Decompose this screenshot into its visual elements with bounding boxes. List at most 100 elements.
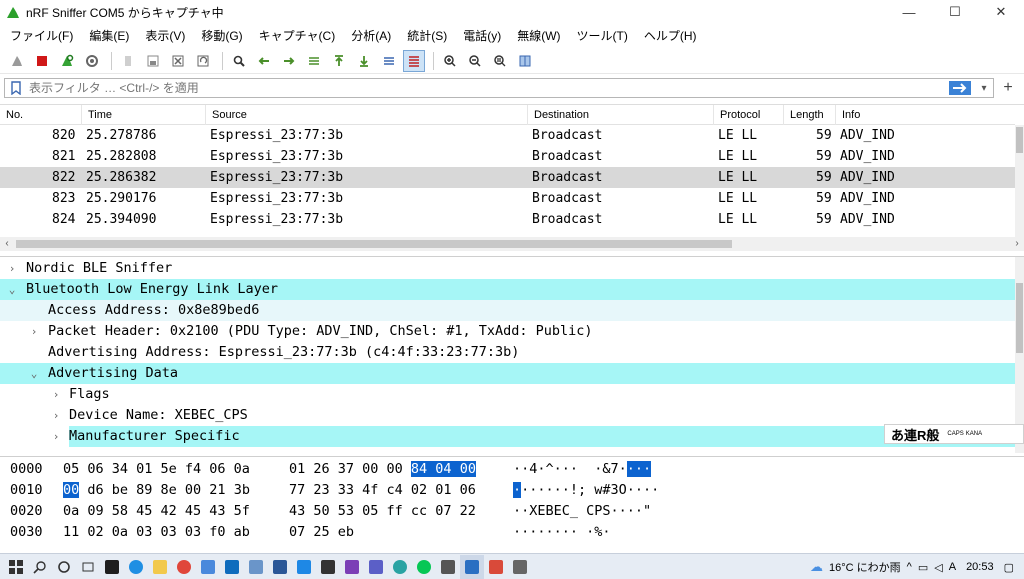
table-row[interactable]: 824 25.394090 Espressi_23:77:3b Broadcas… xyxy=(0,209,1015,230)
volume-icon[interactable]: ◁ xyxy=(934,561,942,574)
app-icon[interactable] xyxy=(484,555,508,579)
chevron-right-icon[interactable]: › xyxy=(50,384,62,405)
last-packet-icon[interactable] xyxy=(353,50,375,72)
apply-filter-button[interactable] xyxy=(949,81,971,95)
file-explorer-icon[interactable] xyxy=(148,555,172,579)
chevron-down-icon[interactable]: ⌄ xyxy=(6,279,18,300)
tree-item-packet-header[interactable]: › Packet Header: 0x2100 (PDU Type: ADV_I… xyxy=(0,321,1015,342)
chevron-up-icon[interactable]: ^ xyxy=(907,561,912,573)
powershell-icon[interactable] xyxy=(268,555,292,579)
zoom-in-icon[interactable] xyxy=(439,50,461,72)
menu-edit[interactable]: 編集(E) xyxy=(81,25,137,47)
zoom-normal-icon[interactable] xyxy=(489,50,511,72)
start-capture-icon[interactable] xyxy=(6,50,28,72)
go-to-packet-icon[interactable] xyxy=(303,50,325,72)
terminal2-icon[interactable] xyxy=(316,555,340,579)
column-header-length[interactable]: Length xyxy=(784,105,836,125)
ime-icon[interactable]: A xyxy=(949,561,956,573)
scroll-right-icon[interactable]: › xyxy=(1010,237,1024,251)
edge-beta-icon[interactable] xyxy=(388,555,412,579)
menu-help[interactable]: ヘルプ(H) xyxy=(636,25,705,47)
tree-item-flags[interactable]: › Flags xyxy=(0,384,1015,405)
menu-capture[interactable]: キャプチャ(C) xyxy=(251,25,344,47)
chevron-down-icon[interactable]: ⌄ xyxy=(28,363,40,384)
table-row[interactable]: 823 25.290176 Espressi_23:77:3b Broadcas… xyxy=(0,188,1015,209)
hex-row[interactable]: 0020 0a 09 58 45 42 45 43 5f 43 50 53 05… xyxy=(0,501,1015,522)
find-packet-icon[interactable] xyxy=(228,50,250,72)
app2-icon[interactable] xyxy=(508,555,532,579)
column-header-protocol[interactable]: Protocol xyxy=(714,105,784,125)
close-file-icon[interactable] xyxy=(167,50,189,72)
cortana-icon[interactable] xyxy=(52,555,76,579)
outlook-icon[interactable] xyxy=(220,555,244,579)
tree-item-advertising-data[interactable]: ⌄ Advertising Data xyxy=(0,363,1015,384)
resize-columns-icon[interactable] xyxy=(514,50,536,72)
scrollbar-thumb[interactable] xyxy=(1016,127,1023,153)
zoom-out-icon[interactable] xyxy=(464,50,486,72)
tree-item-access-address[interactable]: Access Address: 0x8e89bed6 xyxy=(0,300,1015,321)
hex-row[interactable]: 0000 05 06 34 01 5e f4 06 0a 01 26 37 00… xyxy=(0,459,1015,480)
packet-list-horizontal-scrollbar[interactable]: ‹ › xyxy=(0,237,1024,251)
chrome-icon[interactable] xyxy=(172,555,196,579)
scroll-left-icon[interactable]: ‹ xyxy=(0,237,14,251)
mail-icon[interactable] xyxy=(244,555,268,579)
table-row[interactable]: 821 25.282808 Espressi_23:77:3b Broadcas… xyxy=(0,146,1015,167)
tree-item-device-name[interactable]: › Device Name: XEBEC_CPS xyxy=(0,405,1015,426)
tree-item-ble-link-layer[interactable]: ⌄ Bluetooth Low Energy Link Layer xyxy=(0,279,1015,300)
menu-statistics[interactable]: 統計(S) xyxy=(399,25,455,47)
network-icon[interactable]: ▭ xyxy=(918,561,928,574)
hex-row[interactable]: 0010 00 d6 be 89 8e 00 21 3b 77 23 33 4f… xyxy=(0,480,1015,501)
column-header-no[interactable]: No. xyxy=(0,105,82,125)
tree-item-manufacturer-specific[interactable]: › Manufacturer Specific xyxy=(0,426,1015,447)
column-header-destination[interactable]: Destination xyxy=(528,105,714,125)
chevron-right-icon[interactable]: › xyxy=(6,258,18,279)
scrollbar-thumb[interactable] xyxy=(1016,283,1023,353)
table-row[interactable]: 820 25.278786 Espressi_23:77:3b Broadcas… xyxy=(0,125,1015,146)
packet-list-vertical-scrollbar[interactable] xyxy=(1015,125,1024,239)
save-file-icon[interactable] xyxy=(142,50,164,72)
tree-item-nordic-ble-sniffer[interactable]: › Nordic BLE Sniffer xyxy=(0,258,1015,279)
chevron-down-icon[interactable]: ▾ xyxy=(977,83,991,94)
wireshark-icon[interactable] xyxy=(460,554,484,579)
tree-item-advertising-address[interactable]: Advertising Address: Espressi_23:77:3b (… xyxy=(0,342,1015,363)
menu-view[interactable]: 表示(V) xyxy=(137,25,193,47)
go-back-icon[interactable] xyxy=(253,50,275,72)
teams-icon[interactable] xyxy=(364,555,388,579)
open-file-icon[interactable] xyxy=(117,50,139,72)
stop-capture-icon[interactable] xyxy=(31,50,53,72)
edge-icon[interactable] xyxy=(124,555,148,579)
auto-scroll-icon[interactable] xyxy=(378,50,400,72)
capture-options-icon[interactable] xyxy=(81,50,103,72)
go-forward-icon[interactable] xyxy=(278,50,300,72)
calculator-icon[interactable] xyxy=(436,555,460,579)
table-row-selected[interactable]: 822 25.286382 Espressi_23:77:3b Broadcas… xyxy=(0,167,1015,188)
chevron-right-icon[interactable]: › xyxy=(28,321,40,342)
menu-telephony[interactable]: 電話(y) xyxy=(455,25,509,47)
column-header-source[interactable]: Source xyxy=(206,105,528,125)
line-icon[interactable] xyxy=(412,555,436,579)
scrollbar-thumb[interactable] xyxy=(16,240,732,248)
minimize-button[interactable]: — xyxy=(886,0,932,24)
hex-row[interactable]: 0030 11 02 0a 03 03 03 f0 ab 07 25 eb ··… xyxy=(0,522,1015,543)
colorize-icon[interactable] xyxy=(403,49,425,72)
menu-wireless[interactable]: 無線(W) xyxy=(509,25,568,47)
weather-text[interactable]: 16°C にわか雨 xyxy=(829,559,901,575)
maximize-button[interactable]: ☐ xyxy=(932,0,978,24)
menu-analyze[interactable]: 分析(A) xyxy=(343,25,399,47)
column-header-info[interactable]: Info xyxy=(836,105,1015,125)
menu-file[interactable]: ファイル(F) xyxy=(2,25,81,47)
clock[interactable]: 20:53 xyxy=(966,561,994,573)
column-header-time[interactable]: Time xyxy=(82,105,206,125)
windows-start-icon[interactable] xyxy=(4,555,28,579)
bookmark-icon[interactable] xyxy=(9,81,23,95)
search-icon[interactable] xyxy=(28,555,52,579)
notification-icon[interactable]: ▢ xyxy=(1004,561,1014,574)
display-filter-input[interactable] xyxy=(29,81,949,95)
chevron-right-icon[interactable]: › xyxy=(50,426,62,447)
visual-studio-icon[interactable] xyxy=(340,555,364,579)
store-icon[interactable] xyxy=(196,555,220,579)
ime-toolbar[interactable]: あ連R般 CAPS KANA xyxy=(884,424,1024,444)
add-filter-button[interactable]: + xyxy=(998,78,1018,98)
restart-capture-icon[interactable] xyxy=(56,50,78,72)
terminal-icon[interactable] xyxy=(100,555,124,579)
